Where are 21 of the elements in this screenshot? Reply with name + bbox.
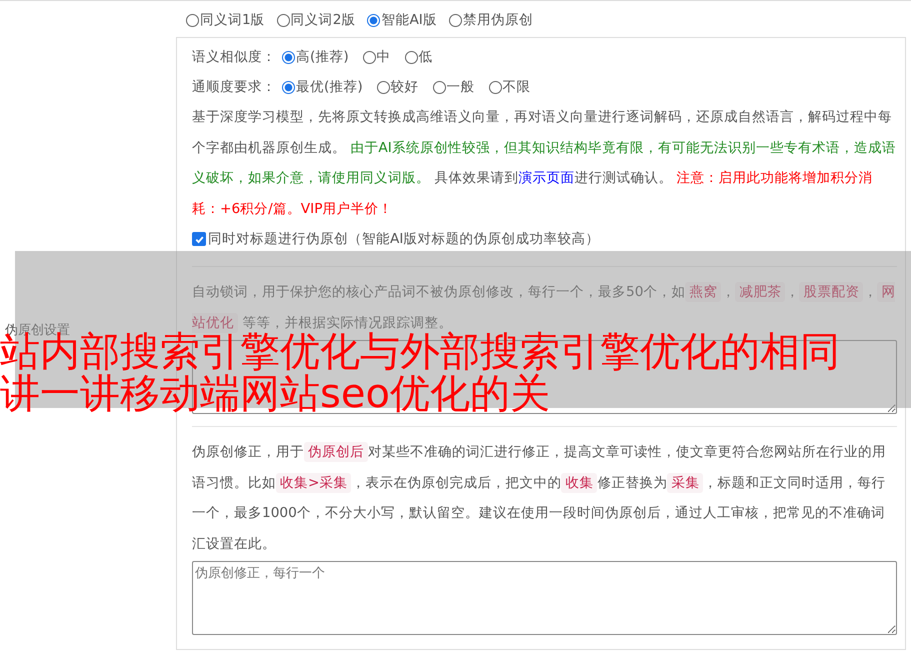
fluency-radio-option[interactable]: 不限 (488, 78, 531, 96)
similarity-radio-option[interactable]: 低 (404, 48, 433, 66)
mode-radio-option[interactable]: 智能AI版 (367, 11, 437, 29)
correction-field[interactable]: 伪原创修正，每行一个 (192, 561, 897, 635)
correction-description: 伪原创修正，用于 伪原创后 对某些不准确的词汇进行修正，提高文章可读性，使文章更符合您网站所在行业的用语习惯。比如 收集>采集 ，表示在伪原创完成后，把文中的 收集 修正替换为 采集 ，标题和正文同时适用，每行一个，最多1000个，不分大小写，默认留空。建议在使用一段时间伪原创后，通过人工审核，把常见的不准确词汇设置在此。 (192, 441, 887, 554)
fluency-radio-option[interactable]: 较好 (376, 78, 419, 96)
similarity-radio-option[interactable]: 中 (362, 48, 391, 66)
fluency-label: 通顺度要求： (192, 78, 276, 96)
lock-words-description: 自动锁词，用于保护您的核心产品词不被伪原创修改，每行一个，最多50个，如 燕窝 ， 减肥茶 ， 股票配资 ， 网站优化 等等，并根据实际情况跟踪调整。 (192, 281, 896, 332)
checkmark-icon (194, 234, 204, 244)
description-paragraph: 基于深度学习模型，先将原文转换成高维语义向量，再对语义向量进行逐词解码，还原成自然语言，解码过程中每个字都由机器原创生成。 由于AI系统原创性较强，但其知识结构毕竟有限，有可能无法识别一些专有术语，造成语义破坏，如果介意，请使用同义词版。 具体效果请到演示页面进行测试确认。 注意：启用此功能将增加积分消耗：+6积分/篇。VIP用户半价！ (192, 108, 897, 218)
demo-page-link[interactable]: 演示页面 (518, 170, 574, 186)
fluency-radio-option[interactable]: 最优(推荐) (282, 78, 363, 96)
overlay-headline: 讲一讲移动端网站seo优化的关 (0, 373, 550, 415)
similarity-label: 语义相似度： (192, 48, 276, 66)
fluency-radio-option[interactable]: 一般 (432, 78, 475, 96)
mode-radio-option[interactable]: 同义词1版 (186, 11, 265, 29)
title-checkbox[interactable]: 同时对标题进行伪原创（智能AI版对标题的伪原创成功率较高） (192, 224, 897, 254)
mode-radio-option[interactable]: 禁用伪原创 (448, 11, 533, 29)
similarity-radio-option[interactable]: 高(推荐) (282, 48, 349, 66)
mode-radio-option[interactable]: 同义词2版 (276, 11, 356, 29)
